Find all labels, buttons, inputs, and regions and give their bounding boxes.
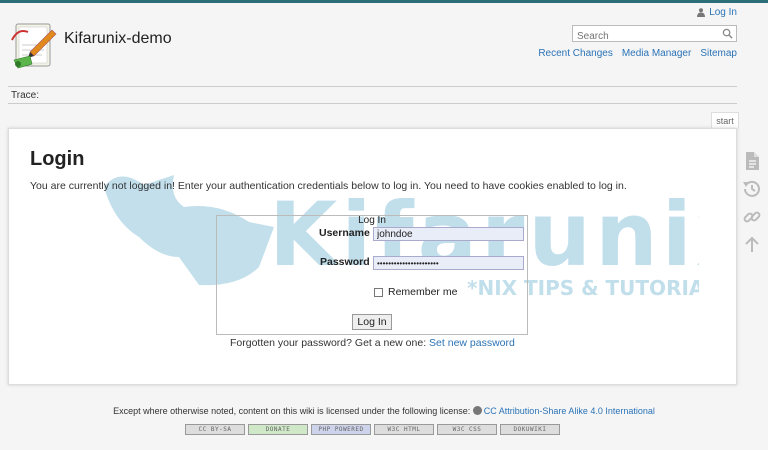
- cc-by-sa-badge[interactable]: CC BY-SA: [185, 424, 245, 435]
- search-input[interactable]: [573, 29, 726, 44]
- set-new-password-link[interactable]: Set new password: [429, 337, 515, 349]
- old-revisions-icon[interactable]: [741, 178, 763, 200]
- sitemap-link[interactable]: Sitemap: [700, 48, 737, 59]
- license-link[interactable]: CC Attribution-Share Alike 4.0 Internati…: [484, 406, 655, 416]
- w3c-html-badge[interactable]: W3C HTML: [374, 424, 434, 435]
- remember-me-checkbox[interactable]: [374, 287, 383, 297]
- cc-icon: [472, 406, 482, 415]
- breadcrumb-trace: Trace:: [8, 86, 737, 104]
- password-label: Password: [320, 256, 370, 268]
- login-form: Log In Username Password Remember me Log…: [216, 215, 528, 335]
- search-icon[interactable]: [722, 28, 733, 39]
- forgot-password-text: Forgotten your password? Get a new one:: [230, 337, 427, 349]
- footer-badges: CC BY-SA DONATE PHP POWERED W3C HTML W3C…: [185, 424, 560, 435]
- form-legend-text: Log In: [358, 215, 386, 226]
- page-id-tab[interactable]: start: [711, 112, 739, 129]
- dokuwiki-logo[interactable]: [8, 20, 58, 72]
- back-to-top-icon[interactable]: [741, 234, 763, 256]
- remember-me-option[interactable]: Remember me: [374, 286, 457, 298]
- main-content: Kifarunix *NIX TIPS & TUTORIALS Login Yo…: [8, 128, 737, 385]
- search-box: [572, 25, 737, 44]
- username-label: Username: [319, 227, 370, 239]
- login-link[interactable]: Log In: [697, 7, 737, 18]
- donate-badge[interactable]: DONATE: [248, 424, 308, 435]
- license-text: Except where otherwise noted, content on…: [113, 406, 471, 416]
- media-manager-link[interactable]: Media Manager: [622, 48, 691, 59]
- user-icon: [697, 8, 706, 17]
- php-powered-badge[interactable]: PHP POWERED: [311, 424, 371, 435]
- dokuwiki-badge[interactable]: DOKUWIKI: [500, 424, 560, 435]
- top-accent-bar: [0, 0, 768, 3]
- form-legend: Log In: [217, 210, 527, 228]
- show-page-icon[interactable]: [741, 150, 763, 172]
- remember-me-label: Remember me: [388, 286, 458, 298]
- page-title: Login: [30, 148, 85, 170]
- password-field[interactable]: [373, 256, 524, 270]
- trace-label: Trace:: [11, 90, 39, 101]
- license-notice: Except where otherwise noted, content on…: [0, 406, 768, 416]
- backlinks-icon[interactable]: [741, 206, 763, 228]
- login-submit-button[interactable]: Log In: [352, 314, 392, 330]
- page-tools: [741, 150, 763, 262]
- wiki-title[interactable]: Kifarunix-demo: [64, 30, 172, 48]
- login-intro-text: You are currently not logged in! Enter y…: [30, 180, 627, 192]
- forgot-password-line: Forgotten your password? Get a new one: …: [230, 337, 515, 349]
- username-field[interactable]: [373, 227, 524, 241]
- login-link-label: Log In: [709, 7, 737, 18]
- w3c-css-badge[interactable]: W3C CSS: [437, 424, 497, 435]
- site-tools-nav: Recent Changes Media Manager Sitemap: [538, 48, 737, 59]
- recent-changes-link[interactable]: Recent Changes: [538, 48, 613, 59]
